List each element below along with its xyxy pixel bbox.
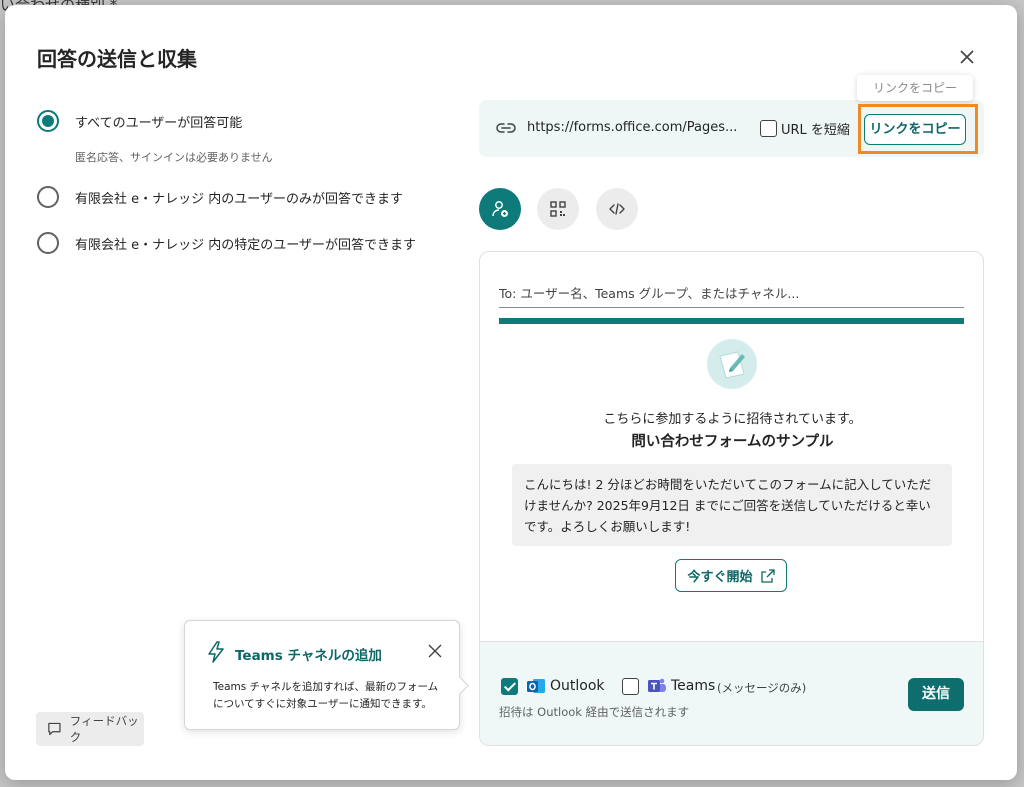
teams-checkbox[interactable] (622, 678, 639, 695)
dialog-title: 回答の送信と収集 (37, 47, 197, 71)
invitation-message[interactable]: こんにちは! 2 分ほどお時間をいただいてこのフォームに記入していただけませんか… (512, 464, 952, 546)
feedback-label: フィードバック (69, 714, 139, 744)
feedback-button[interactable]: フィードバック (36, 712, 144, 746)
close-icon[interactable] (955, 45, 979, 69)
start-now-button[interactable]: 今すぐ開始 (675, 559, 787, 592)
audience-option-label: 有限会社 e・ナレッジ 内の特定のユーザーが回答できます (75, 237, 417, 253)
teams-label: Teams (671, 678, 716, 694)
form-name: 問い合わせフォームのサンプル (631, 434, 834, 450)
send-and-collect-dialog: 回答の送信と収集 すべてのユーザーが回答可能 匿名応答、サインインは必要ありませ… (5, 5, 1017, 780)
copy-link-tooltip: リンクをコピー (857, 75, 973, 101)
radio-specific[interactable] (37, 232, 59, 254)
shorten-url-label: URL を短縮 (781, 123, 850, 138)
preview-header-bar (499, 318, 964, 324)
lightning-icon (206, 641, 226, 663)
shorten-url-checkbox[interactable] (760, 120, 777, 137)
invitation-text: こちらに参加するように招待されています。 (603, 412, 862, 427)
invite-note: 招待は Outlook 経由で送信されます (499, 705, 690, 719)
audience-option-sublabel: 匿名応答、サインインは必要ありません (75, 151, 273, 164)
audience-option-anyone[interactable]: すべてのユーザーが回答可能 (37, 110, 242, 132)
invitation-illustration-icon (706, 338, 758, 390)
share-link-url[interactable]: https://forms.office.com/Pages... (527, 120, 737, 135)
embed-code-icon[interactable] (596, 188, 638, 230)
audience-option-specific[interactable]: 有限会社 e・ナレッジ 内の特定のユーザーが回答できます (37, 232, 416, 254)
feedback-icon (48, 722, 61, 736)
teams-channel-callout: Teams チャネルの追加 Teams チャネルを追加すれば、最新のフォームにつ… (184, 620, 460, 730)
link-icon (496, 120, 516, 136)
outlook-icon (526, 676, 546, 696)
radio-anyone[interactable] (37, 110, 59, 132)
invite-panel: こちらに参加するように招待されています。 問い合わせフォームのサンプル こんにち… (479, 251, 984, 746)
radio-org[interactable] (37, 186, 59, 208)
callout-title: Teams チャネルの追加 (235, 648, 382, 664)
audience-option-label: 有限会社 e・ナレッジ 内のユーザーのみが回答できます (75, 191, 404, 207)
outlook-checkbox[interactable] (501, 678, 518, 695)
audience-option-org[interactable]: 有限会社 e・ナレッジ 内のユーザーのみが回答できます (37, 186, 403, 208)
invite-footer: Outlook Teams (メッセージのみ) 招待は Outlook 経由で送… (480, 641, 983, 745)
outlook-label: Outlook (550, 678, 605, 694)
send-button[interactable]: 送信 (908, 678, 964, 711)
audience-option-label: すべてのユーザーが回答可能 (75, 115, 243, 131)
qr-code-icon[interactable] (537, 188, 579, 230)
close-icon[interactable] (428, 643, 442, 658)
recipients-input[interactable] (499, 280, 964, 308)
start-now-label: 今すぐ開始 (687, 570, 753, 585)
teams-icon (647, 676, 667, 696)
callout-body: Teams チャネルを追加すれば、最新のフォームについてすぐに対象ユーザーに通知… (213, 681, 439, 710)
teams-suffix: (メッセージのみ) (717, 681, 807, 695)
invite-people-icon[interactable] (479, 188, 521, 230)
open-external-icon (760, 568, 775, 583)
copy-link-button[interactable]: リンクをコピー (864, 114, 966, 145)
